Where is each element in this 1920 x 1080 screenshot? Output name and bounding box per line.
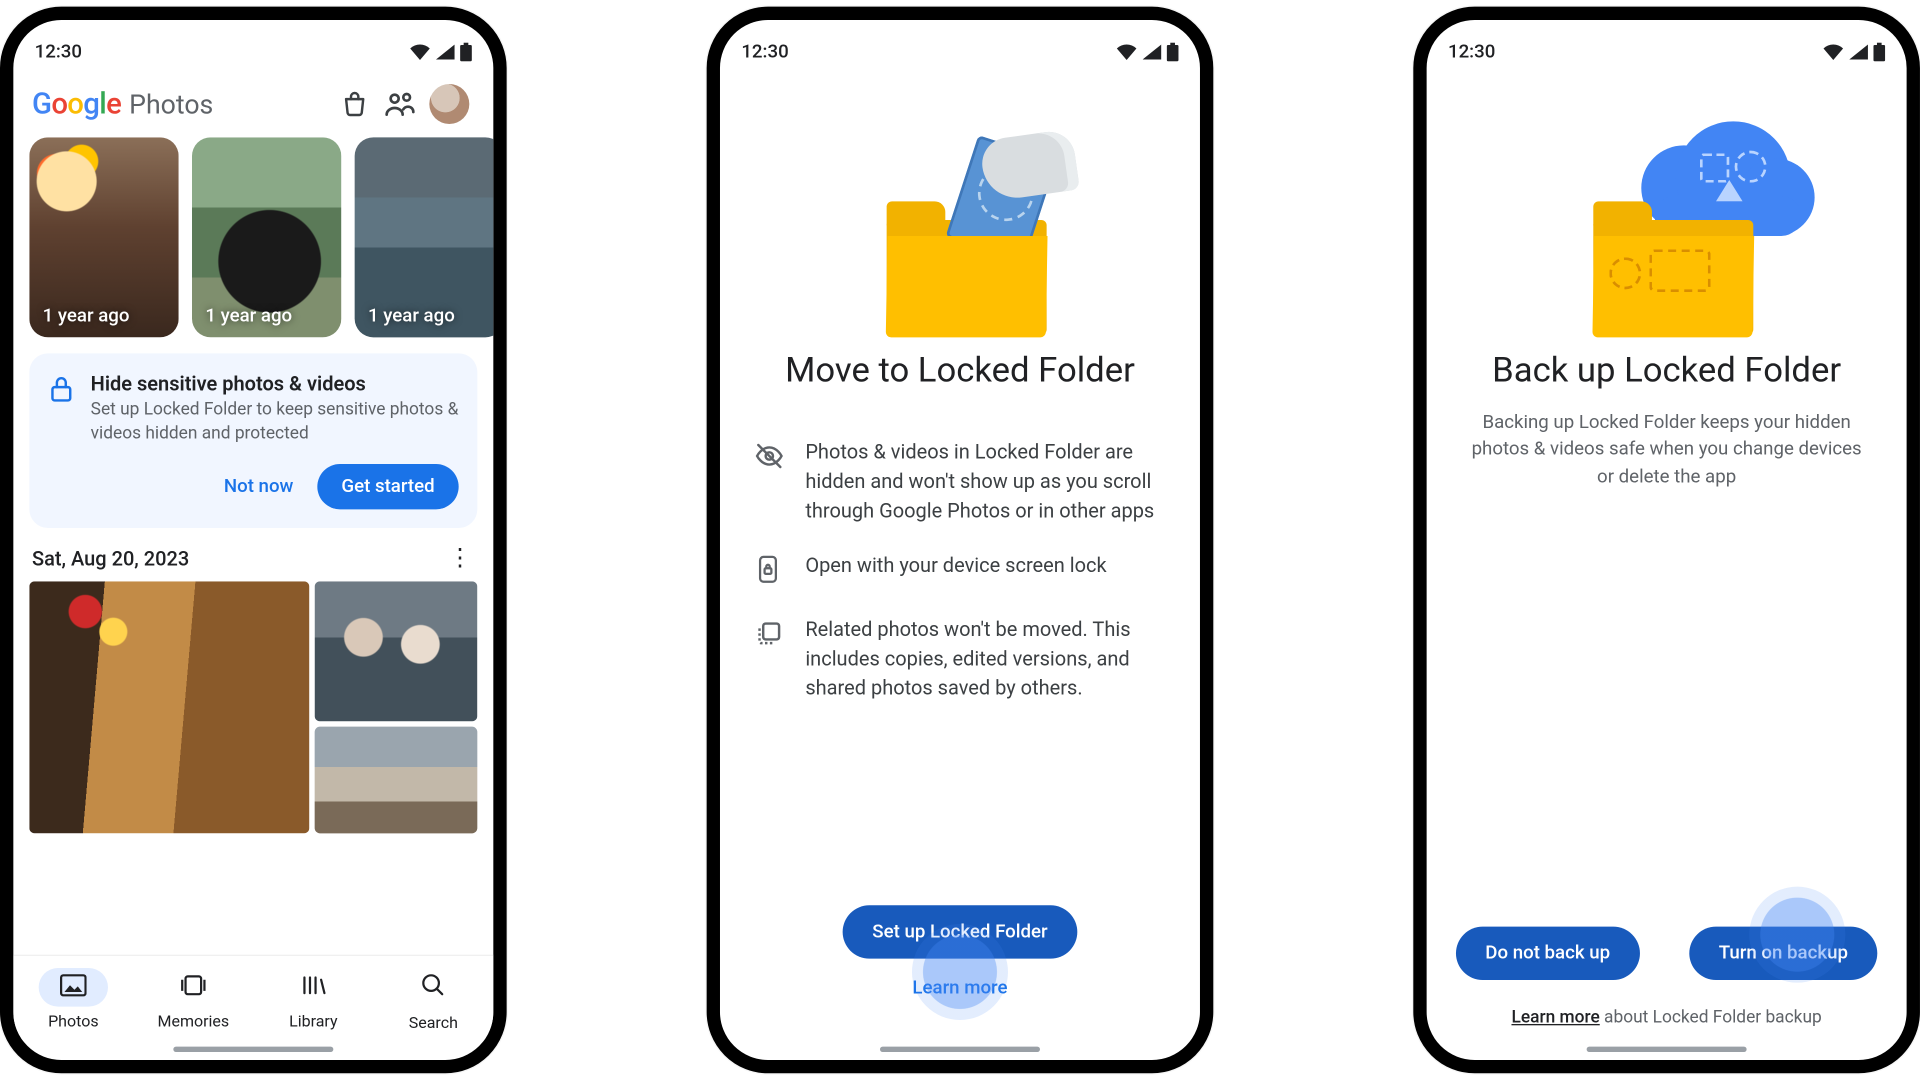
nav-label: Search xyxy=(409,1013,458,1032)
nav-label: Photos xyxy=(48,1011,98,1030)
library-icon xyxy=(300,973,327,997)
photo-icon xyxy=(60,973,87,997)
memory-card[interactable]: 1 year ago xyxy=(29,137,178,337)
battery-icon xyxy=(1873,43,1885,62)
footer-note: Learn more about Locked Folder backup xyxy=(1427,1008,1907,1028)
home-indicator xyxy=(880,1047,1040,1052)
learn-more-link[interactable]: Learn more xyxy=(1511,1008,1599,1028)
feature-item: Related photos won't be moved. This incl… xyxy=(747,603,1174,717)
battery-icon xyxy=(460,43,472,62)
google-wordmark: Google xyxy=(32,87,121,120)
set-up-locked-folder-button[interactable]: Set up Locked Folder xyxy=(843,905,1077,958)
memory-label: 1 year ago xyxy=(368,305,455,326)
status-bar: 12:30 xyxy=(13,20,493,76)
memory-label: 1 year ago xyxy=(43,305,130,326)
promo-body: Set up Locked Folder to keep sensitive p… xyxy=(91,399,459,446)
status-time: 12:30 xyxy=(1448,41,1495,62)
feature-item: Open with your device screen lock xyxy=(747,539,1174,603)
print-store-icon[interactable] xyxy=(339,88,371,120)
lock-icon xyxy=(48,372,75,509)
do-not-back-up-button[interactable]: Do not back up xyxy=(1456,927,1639,980)
photo-thumbnail[interactable] xyxy=(315,727,478,834)
onboarding-content: Move to Locked Folder Photos & videos in… xyxy=(720,76,1200,717)
home-indicator xyxy=(173,1047,333,1052)
nav-label: Memories xyxy=(157,1011,229,1030)
feature-item: Photos & videos in Locked Folder are hid… xyxy=(747,425,1174,539)
onboarding-title: Move to Locked Folder xyxy=(747,351,1174,391)
learn-more-link[interactable]: Learn more xyxy=(912,977,1007,998)
memory-label: 1 year ago xyxy=(205,305,292,326)
footer-text: about Locked Folder backup xyxy=(1600,1008,1822,1028)
wifi-icon xyxy=(1823,44,1844,60)
nav-library[interactable]: Library xyxy=(279,967,348,1030)
phone-move-to-locked-folder: 12:30 Move to Locked Folder xyxy=(707,7,1214,1074)
app-header: Google Photos xyxy=(13,76,493,137)
wifi-icon xyxy=(409,44,430,60)
status-bar: 12:30 xyxy=(720,20,1200,76)
feature-text: Photos & videos in Locked Folder are hid… xyxy=(805,439,1165,526)
battery-icon xyxy=(1167,43,1179,62)
signal-icon xyxy=(436,44,455,60)
nav-label: Library xyxy=(289,1011,337,1030)
photo-thumbnail[interactable] xyxy=(315,581,478,721)
feature-text: Related photos won't be moved. This incl… xyxy=(805,616,1165,703)
onboarding-content: Back up Locked Folder Backing up Locked … xyxy=(1427,76,1907,491)
status-time: 12:30 xyxy=(741,41,788,62)
memory-card[interactable]: 1 year ago xyxy=(355,137,504,337)
feature-text: Open with your device screen lock xyxy=(805,552,1106,581)
feature-list: Photos & videos in Locked Folder are hid… xyxy=(747,425,1174,716)
date-text: Sat, Aug 20, 2023 xyxy=(32,547,189,571)
memory-card[interactable]: 1 year ago xyxy=(192,137,341,337)
folder-illustration xyxy=(833,121,1086,334)
memories-icon xyxy=(180,973,207,997)
phone-home: 12:30 Google Photos 1 year ago xyxy=(0,7,507,1074)
not-now-button[interactable]: Not now xyxy=(224,476,294,497)
nav-memories[interactable]: Memories xyxy=(157,967,229,1030)
cloud-icon xyxy=(1641,121,1801,228)
search-icon xyxy=(420,971,447,998)
screen-lock-icon xyxy=(755,552,784,589)
turn-on-backup-button[interactable]: Turn on backup xyxy=(1689,927,1877,980)
wifi-icon xyxy=(1116,44,1137,60)
photo-thumbnail[interactable] xyxy=(29,581,309,833)
onboarding-title: Back up Locked Folder xyxy=(1453,351,1880,391)
related-photos-icon xyxy=(755,616,784,653)
sharing-icon[interactable] xyxy=(384,88,416,120)
memories-carousel[interactable]: 1 year ago 1 year ago 1 year ago xyxy=(13,137,493,337)
onboarding-body: Backing up Locked Folder keeps your hidd… xyxy=(1469,409,1864,490)
photo-grid xyxy=(13,581,493,833)
promo-title: Hide sensitive photos & videos xyxy=(91,372,459,396)
folder-cloud-illustration xyxy=(1540,121,1793,334)
signal-icon xyxy=(1143,44,1162,60)
status-icons xyxy=(1116,43,1179,62)
locked-folder-card: Hide sensitive photos & videos Set up Lo… xyxy=(29,353,477,528)
hidden-icon xyxy=(755,439,784,476)
status-icons xyxy=(409,43,472,62)
signal-icon xyxy=(1849,44,1868,60)
google-photos-logo: Google Photos xyxy=(32,87,213,120)
status-time: 12:30 xyxy=(35,41,82,62)
date-header: Sat, Aug 20, 2023 ⋮ xyxy=(13,528,493,581)
photos-wordmark: Photos xyxy=(129,87,213,119)
bottom-nav: Photos Memories Library Search xyxy=(13,955,493,1042)
status-bar: 12:30 xyxy=(1427,20,1907,76)
phone-backup-locked-folder: 12:30 Back up Locked Folder Backing up L… xyxy=(1413,7,1920,1074)
nav-search[interactable]: Search xyxy=(399,966,468,1031)
nav-photos[interactable]: Photos xyxy=(39,967,108,1030)
status-icons xyxy=(1823,43,1886,62)
home-indicator xyxy=(1587,1047,1747,1052)
account-avatar[interactable] xyxy=(429,84,469,124)
get-started-button[interactable]: Get started xyxy=(317,464,458,509)
